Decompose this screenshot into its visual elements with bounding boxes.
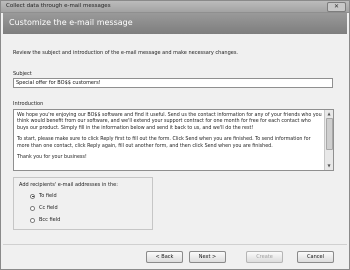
introduction-text: We hope you're enjoying our BO$$ softwar… [17,113,322,166]
introduction-label: Introduction [13,101,44,107]
radio-cc-field[interactable]: Cc field [30,205,58,211]
scroll-thumb[interactable] [326,118,333,150]
title-bar: Collect data through e-mail messages ✕ [1,1,349,13]
radio-label-to: To field [39,193,57,199]
footer-divider [3,244,347,245]
radio-button-icon[interactable] [30,217,35,223]
radio-bcc-field[interactable]: Bcc field [30,217,60,223]
next-button[interactable]: Next > [189,251,226,263]
recipients-group-title: Add recipients' e-mail addresses in the: [19,182,118,188]
header-banner: Customize the e-mail message [3,13,347,34]
create-button[interactable]: Create [246,251,283,263]
page-title: Customize the e-mail message [9,18,133,27]
scroll-down-arrow-icon[interactable]: ▼ [326,163,332,169]
intro-paragraph-3: Thank you for your business! [17,155,87,161]
radio-button-icon[interactable] [30,205,35,211]
close-icon[interactable]: ✕ [327,2,346,12]
dialog-window: Collect data through e-mail messages ✕ C… [0,0,350,270]
introduction-textarea[interactable]: We hope you're enjoying our BO$$ softwar… [13,109,334,171]
intro-paragraph-1: We hope you're enjoying our BO$$ softwar… [17,113,322,131]
cancel-button[interactable]: Cancel [297,251,334,263]
subject-input[interactable] [13,78,333,88]
intro-paragraph-2: To start, please make sure to click Repl… [17,137,311,149]
radio-label-bcc: Bcc field [39,217,61,223]
scroll-up-arrow-icon[interactable]: ▲ [326,111,332,117]
radio-label-cc: Cc field [39,205,58,211]
recipients-group: Add recipients' e-mail addresses in the:… [13,177,153,230]
instruction-text: Review the subject and introduction of t… [13,50,239,56]
radio-to-field[interactable]: To field [30,193,57,199]
radio-button-icon[interactable] [30,193,35,199]
window-title: Collect data through e-mail messages [6,3,111,9]
vertical-scrollbar[interactable]: ▲ ▼ [324,110,333,170]
back-button[interactable]: < Back [146,251,183,263]
subject-label: Subject [13,71,32,77]
